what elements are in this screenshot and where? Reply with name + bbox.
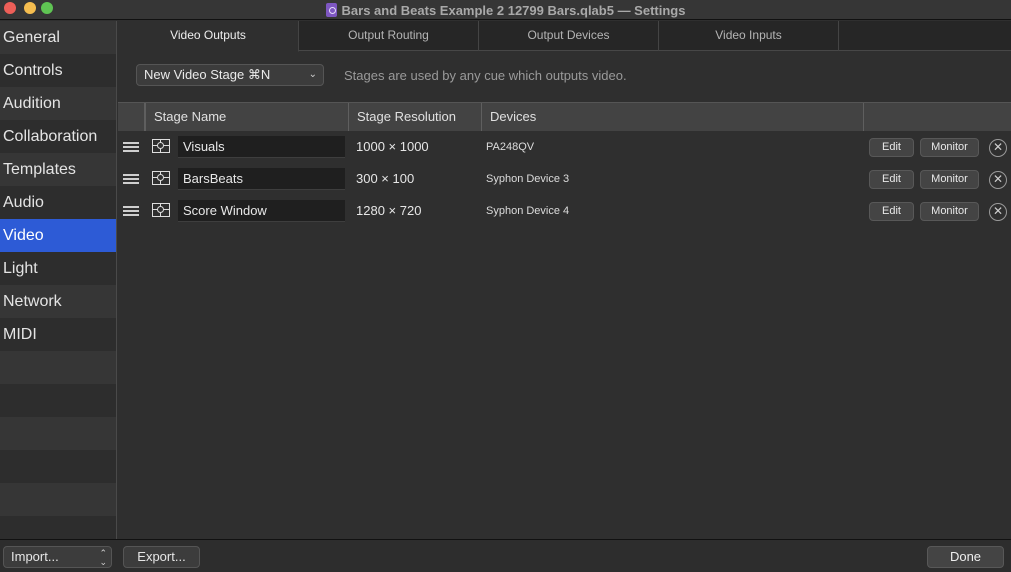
stage-resolution: 1000 × 1000	[356, 139, 429, 154]
stage-devices: PA248QV	[486, 141, 535, 153]
sidebar-item-audio[interactable]: Audio	[0, 186, 116, 219]
edit-button[interactable]: Edit	[869, 138, 914, 157]
edit-button[interactable]: Edit	[869, 170, 914, 189]
stage-name-field[interactable]: BarsBeats	[178, 168, 345, 190]
bottom-bar: Import... ⌃ ⌄ Export... Done	[0, 539, 1011, 572]
video-stage-icon	[152, 203, 170, 217]
title-bar: Bars and Beats Example 2 12799 Bars.qlab…	[0, 0, 1011, 20]
sidebar-item-video[interactable]: Video	[0, 219, 116, 252]
stage-resolution: 1280 × 720	[356, 203, 422, 218]
stage-devices: Syphon Device 4	[486, 205, 570, 217]
sidebar-item-templates[interactable]: Templates	[0, 153, 116, 186]
new-video-stage-label: New Video Stage ⌘N	[144, 67, 271, 82]
import-label: Import...	[11, 549, 59, 564]
edit-button[interactable]: Edit	[869, 202, 914, 221]
stage-name-field[interactable]: Visuals	[178, 136, 345, 158]
drag-handle-icon[interactable]	[123, 206, 139, 216]
table-row: Visuals 1000 × 1000 PA248QV Edit Monitor…	[118, 131, 1011, 163]
table-row: Score Window 1280 × 720 Syphon Device 4 …	[118, 195, 1011, 227]
monitor-button[interactable]: Monitor	[920, 138, 979, 157]
column-header-stage-name[interactable]: Stage Name	[145, 103, 349, 131]
import-popup-button[interactable]: Import... ⌃ ⌄	[3, 546, 112, 568]
chevron-down-icon: ⌄	[308, 69, 317, 80]
settings-window: Bars and Beats Example 2 12799 Bars.qlab…	[0, 0, 1011, 572]
sidebar-item-controls[interactable]: Controls	[0, 54, 116, 87]
video-stage-icon	[152, 139, 170, 153]
stages-table-header: Stage Name Stage Resolution Devices	[118, 102, 1011, 131]
stages-hint-text: Stages are used by any cue which outputs…	[344, 68, 627, 83]
column-header-devices[interactable]: Devices	[481, 103, 864, 131]
tab-output-routing[interactable]: Output Routing	[299, 21, 479, 51]
sidebar-item-audition[interactable]: Audition	[0, 87, 116, 120]
qlab-document-icon	[325, 3, 337, 17]
column-header-actions	[863, 103, 1011, 131]
stage-resolution: 300 × 100	[356, 171, 415, 186]
table-row: BarsBeats 300 × 100 Syphon Device 3 Edit…	[118, 163, 1011, 195]
video-tab-bar: Video Outputs Output Routing Output Devi…	[118, 21, 1011, 52]
sidebar-item-midi[interactable]: MIDI	[0, 318, 116, 351]
column-header-stage-resolution[interactable]: Stage Resolution	[348, 103, 482, 131]
sidebar-item-light[interactable]: Light	[0, 252, 116, 285]
drag-handle-icon[interactable]	[123, 142, 139, 152]
stage-name-field[interactable]: Score Window	[178, 200, 345, 222]
sidebar-item-network[interactable]: Network	[0, 285, 116, 318]
delete-stage-icon[interactable]: ✕	[989, 171, 1007, 189]
tab-video-outputs[interactable]: Video Outputs	[118, 21, 299, 52]
delete-stage-icon[interactable]: ✕	[989, 139, 1007, 157]
monitor-button[interactable]: Monitor	[920, 202, 979, 221]
sidebar-item-collaboration[interactable]: Collaboration	[0, 120, 116, 153]
sidebar-empty-row	[0, 450, 116, 483]
sidebar-empty-row	[0, 384, 116, 417]
window-title: Bars and Beats Example 2 12799 Bars.qlab…	[341, 2, 686, 18]
monitor-button[interactable]: Monitor	[920, 170, 979, 189]
done-button[interactable]: Done	[927, 546, 1004, 568]
drag-handle-icon[interactable]	[123, 174, 139, 184]
up-down-chevron-icon: ⌃ ⌄	[99, 548, 107, 567]
tab-output-devices[interactable]: Output Devices	[479, 21, 659, 51]
sidebar-empty-row	[0, 483, 116, 516]
settings-sidebar: General Controls Audition Collaboration …	[0, 21, 117, 549]
new-video-stage-dropdown[interactable]: New Video Stage ⌘N ⌄	[136, 64, 324, 86]
stage-devices: Syphon Device 3	[486, 173, 570, 185]
delete-stage-icon[interactable]: ✕	[989, 203, 1007, 221]
sidebar-item-general[interactable]: General	[0, 21, 116, 54]
sidebar-empty-row	[0, 417, 116, 450]
sidebar-empty-row	[0, 351, 116, 384]
export-button[interactable]: Export...	[123, 546, 200, 568]
tab-video-inputs[interactable]: Video Inputs	[659, 21, 839, 51]
video-stage-icon	[152, 171, 170, 185]
